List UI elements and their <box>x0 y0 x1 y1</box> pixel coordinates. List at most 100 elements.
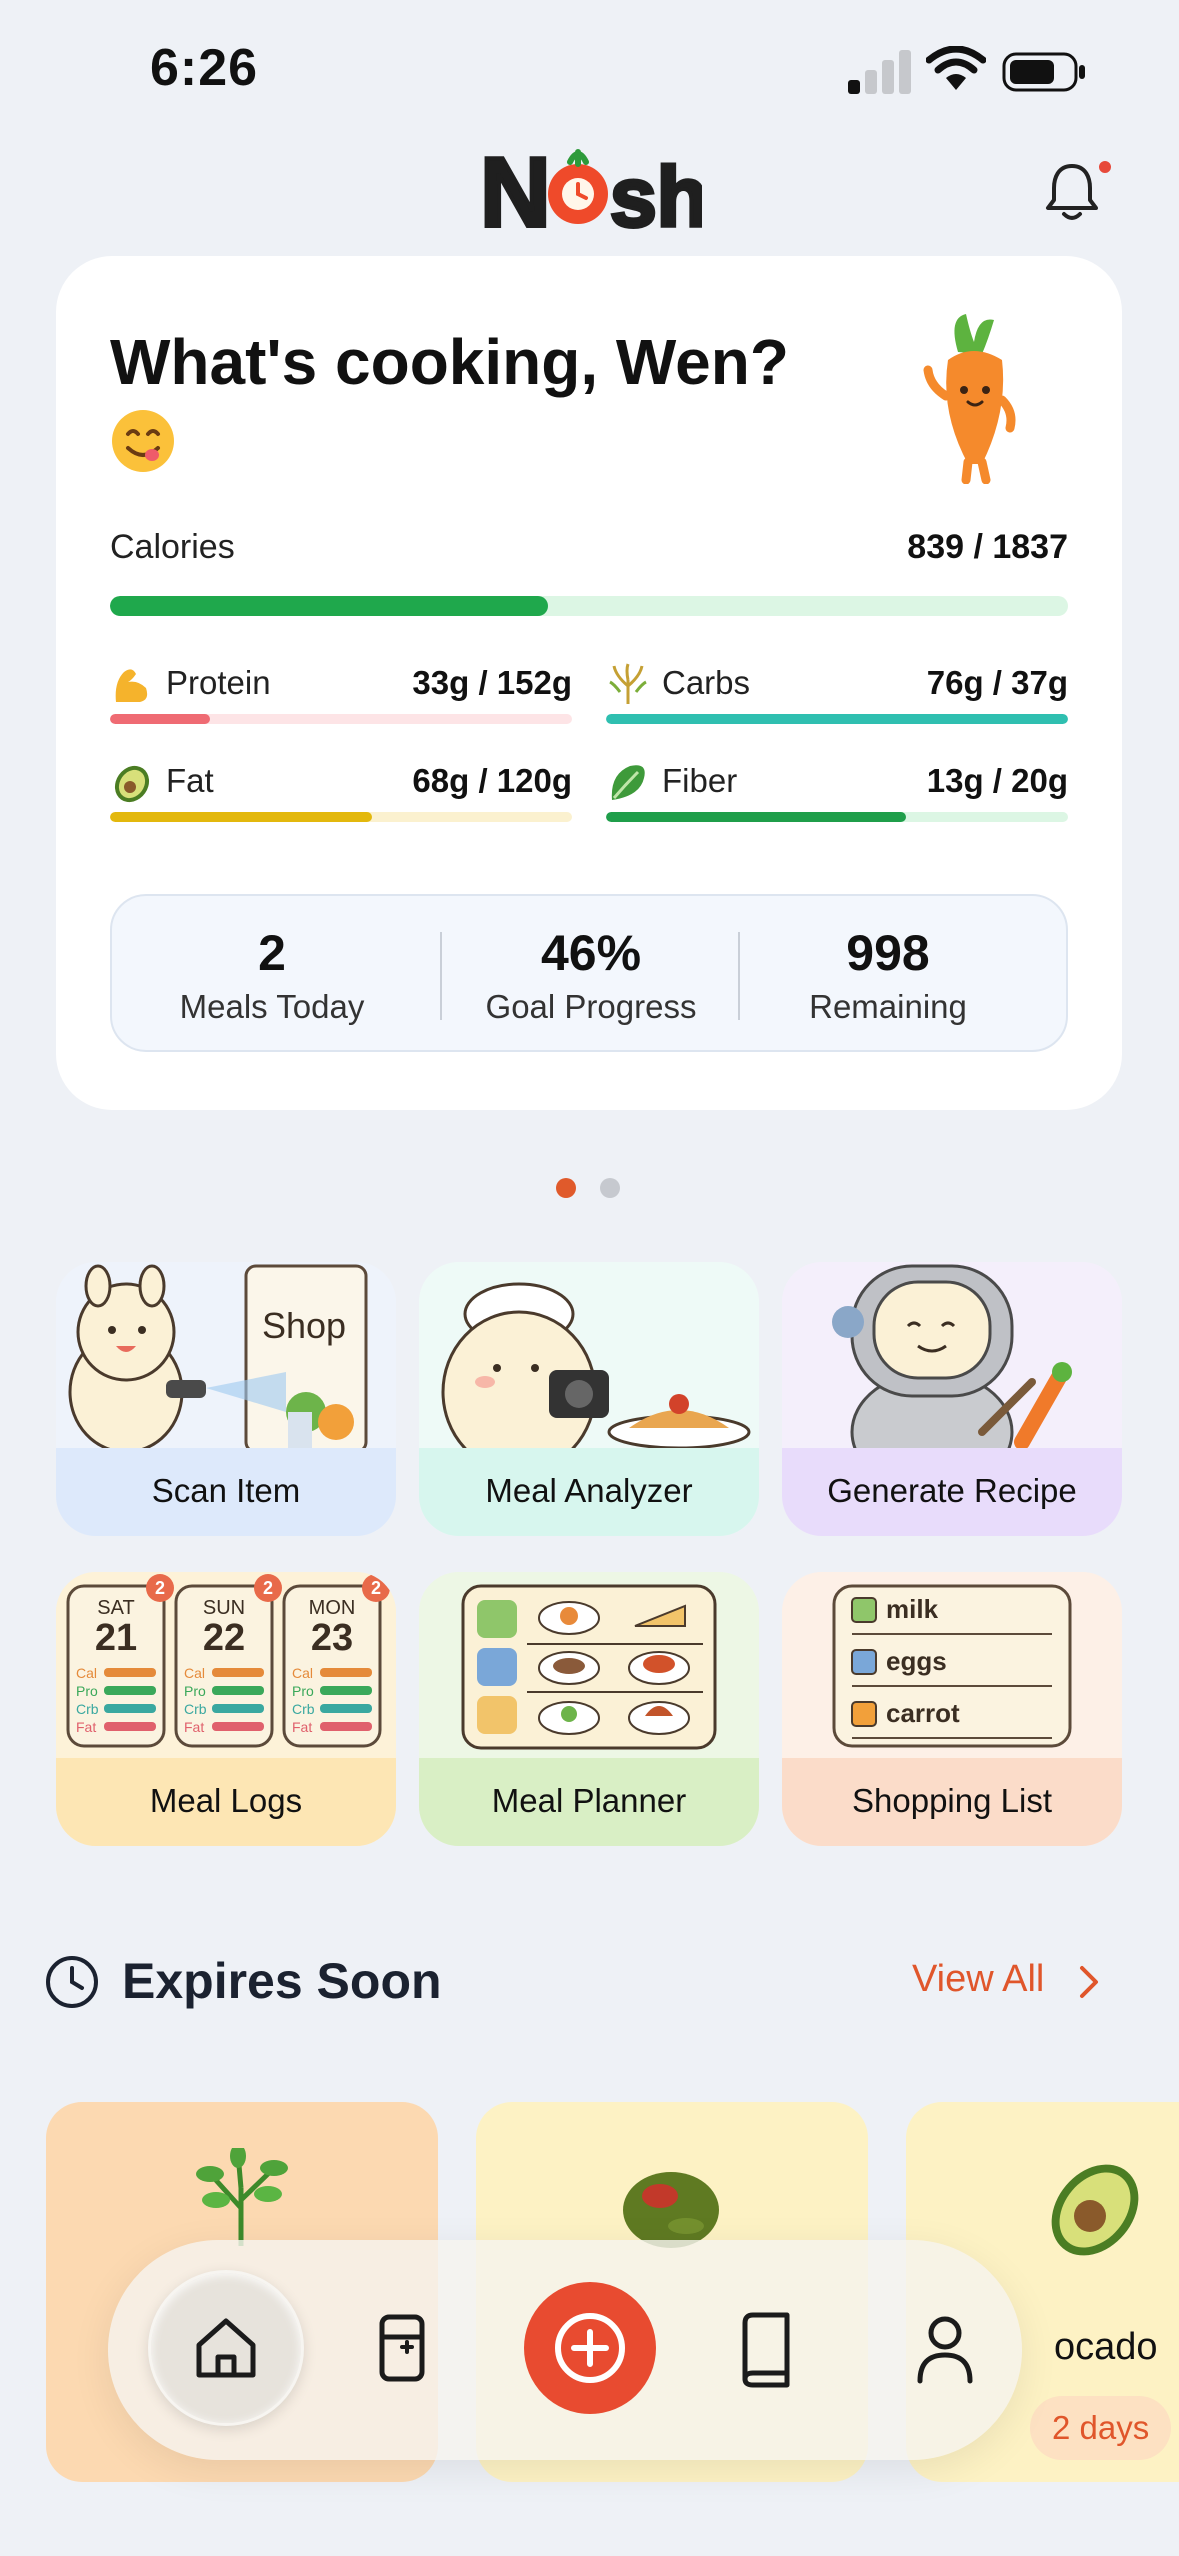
log-row-label: Crb <box>292 1701 315 1717</box>
scan-item-illustration: Shop <box>56 1262 396 1448</box>
calories-progress-fill <box>110 596 548 616</box>
log-row-bar <box>320 1686 372 1695</box>
log-day-badge-count: 2 <box>371 1578 381 1598</box>
shopping-item-text: eggs <box>886 1646 947 1676</box>
rice-stalk-icon <box>609 663 647 704</box>
checkbox-icon <box>851 1597 877 1623</box>
tile-label: Scan Item <box>151 1472 301 1509</box>
macro-progress-fill <box>606 714 1068 724</box>
macro-label: Carbs <box>662 664 751 701</box>
macro-carbs: Carbs 76g / 37g <box>606 656 1068 726</box>
stat-value: 2 <box>258 925 286 981</box>
scan-item-tile[interactable]: Shop Scan Item <box>56 1262 396 1536</box>
stat-value: 998 <box>846 925 930 981</box>
log-day-badge-count: 2 <box>155 1578 165 1598</box>
log-row-bar <box>320 1668 372 1677</box>
meal-logs-tile[interactable]: SAT 21 Cal Pro Crb Fat 2 SUN 22 Cal Pro Crb Fat 2 MON 2… <box>56 1572 396 1846</box>
view-all-link[interactable]: View All <box>912 1958 1044 2001</box>
wifi-icon <box>926 46 986 90</box>
macro-fat: Fat 68g / 120g <box>110 754 572 824</box>
battery-icon <box>1002 52 1085 92</box>
log-row-label: Crb <box>76 1701 99 1717</box>
macro-progress-bar <box>110 812 572 822</box>
stat-meals-today: 2 Meals Today <box>124 896 420 1054</box>
tile-label: Meal Logs <box>149 1782 303 1819</box>
herb-sprig-icon <box>196 2148 288 2246</box>
macro-progress-fill <box>110 714 211 724</box>
meal-logs-illustration: SAT 21 Cal Pro Crb Fat 2 SUN 22 Cal Pro Crb Fat 2 MON 2… <box>56 1572 396 1758</box>
stat-value: 46% <box>540 925 642 981</box>
expires-soon-heading: Expires Soon <box>122 1953 442 2009</box>
svg-text:sh: sh <box>610 150 702 244</box>
checkbox-icon <box>851 1701 877 1727</box>
stat-remaining: 998 Remaining <box>740 896 1036 1054</box>
meal-analyzer-illustration <box>419 1262 759 1448</box>
meal-planner-illustration <box>419 1572 759 1758</box>
log-row-label: Cal <box>184 1665 205 1681</box>
log-row-label: Fat <box>292 1719 312 1735</box>
calories-progress-bar <box>110 596 1068 616</box>
avocado-icon <box>114 765 150 803</box>
notification-bell-icon[interactable] <box>1042 160 1102 224</box>
log-day-badge-count: 2 <box>263 1578 273 1598</box>
log-row-bar <box>104 1668 156 1677</box>
shop-sign-text: Shop <box>262 1305 346 1346</box>
log-day-date: 23 <box>311 1617 353 1659</box>
checkbox-icon <box>851 1649 877 1675</box>
meal-planner-tile[interactable]: Meal Planner <box>419 1572 759 1846</box>
tile-label: Meal Analyzer <box>485 1472 693 1509</box>
macro-value: 33g / 152g <box>412 664 572 701</box>
macro-progress-bar <box>606 812 1068 822</box>
stat-divider <box>440 932 442 1020</box>
notification-badge <box>1096 158 1114 176</box>
log-row-bar <box>104 1686 156 1695</box>
log-day-name: MON <box>309 1597 356 1619</box>
yum-face-emoji-icon <box>112 410 174 472</box>
shopping-list-illustration: milk eggs carrot <box>782 1572 1122 1758</box>
calories-value: 839 / 1837 <box>907 528 1068 566</box>
log-day-date: 22 <box>203 1617 245 1659</box>
stat-label: Meals Today <box>179 988 365 1025</box>
macro-protein: Protein 33g / 152g <box>110 656 572 726</box>
macro-label: Fat <box>166 762 214 799</box>
log-row-label: Fat <box>184 1719 204 1735</box>
daily-summary-card: What's cooking, Wen? Calories 839 / 1837… <box>56 256 1122 1110</box>
macro-progress-fill <box>606 812 907 822</box>
tile-label: Shopping List <box>852 1782 1052 1819</box>
calories-label: Calories <box>110 528 235 566</box>
fridge-icon[interactable] <box>358 2303 448 2393</box>
chevron-right-icon[interactable] <box>1076 1962 1102 2002</box>
generate-recipe-tile[interactable]: Generate Recipe <box>782 1262 1122 1536</box>
book-icon[interactable] <box>721 2303 811 2393</box>
shopping-list-tile[interactable]: milk eggs carrot Shopping List <box>782 1572 1122 1846</box>
profile-icon[interactable] <box>900 2303 990 2393</box>
meal-analyzer-tile[interactable]: Meal Analyzer <box>419 1262 759 1536</box>
log-row-bar <box>320 1722 372 1731</box>
log-day-name: SUN <box>203 1597 245 1619</box>
svg-text:N: N <box>480 137 551 244</box>
clock-icon <box>46 1956 98 2008</box>
carousel-page-indicator[interactable] <box>556 1178 626 1198</box>
log-row-label: Cal <box>76 1665 97 1681</box>
log-row-label: Cal <box>292 1665 313 1681</box>
log-day-date: 21 <box>95 1617 137 1659</box>
log-row-label: Pro <box>292 1683 314 1699</box>
carousel-dot[interactable] <box>600 1178 620 1198</box>
macro-progress-bar <box>606 714 1068 724</box>
generate-recipe-illustration <box>782 1262 1122 1448</box>
leafy-green-icon <box>611 765 645 800</box>
log-row-bar <box>212 1704 264 1713</box>
carousel-dot-active[interactable] <box>556 1178 576 1198</box>
macro-value: 13g / 20g <box>926 762 1068 799</box>
avocado-icon <box>1051 2164 1139 2256</box>
add-button[interactable] <box>524 2282 656 2414</box>
status-bar: 6:26 <box>0 0 1179 140</box>
log-row-bar <box>104 1722 156 1731</box>
log-row-label: Fat <box>76 1719 96 1735</box>
status-time: 6:26 <box>150 39 259 97</box>
macro-progress-fill <box>110 812 372 822</box>
log-row-bar <box>320 1704 372 1713</box>
nosh-logo: N sh <box>478 135 702 244</box>
home-icon[interactable] <box>181 2303 271 2393</box>
add-icon[interactable] <box>548 2306 632 2390</box>
